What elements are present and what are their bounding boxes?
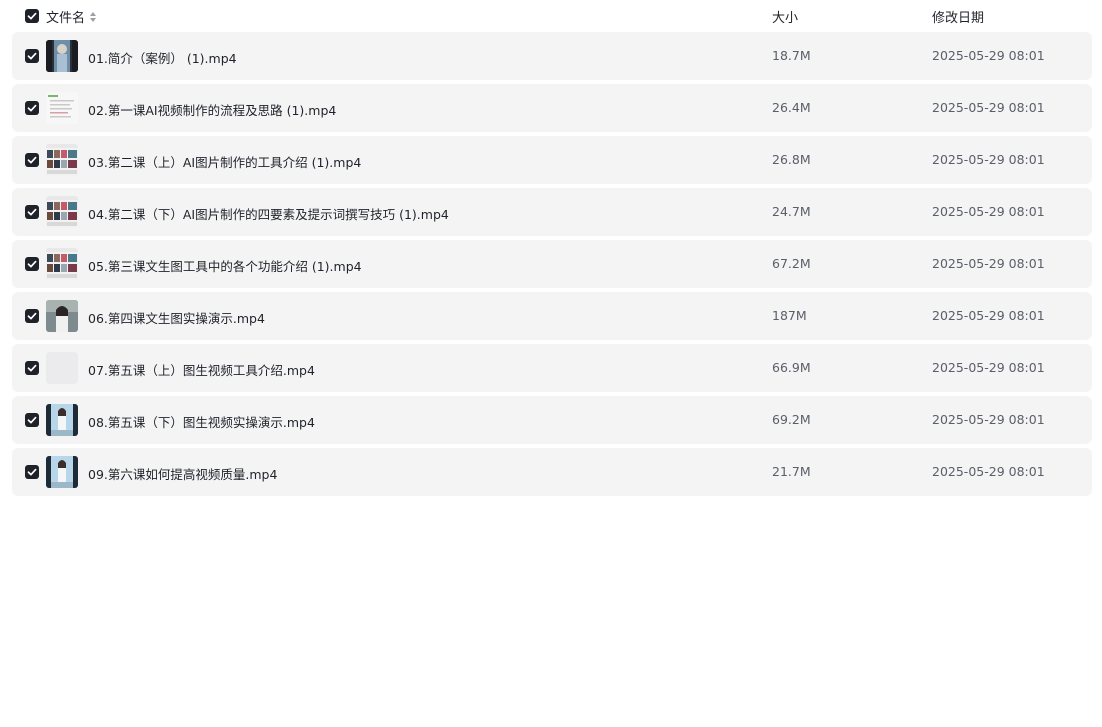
file-name[interactable]: 04.第二课（下）AI图片制作的四要素及提示词撰写技巧 (1).mp4	[88, 204, 449, 223]
check-icon	[27, 104, 37, 112]
file-row[interactable]: 09.第六课如何提高视频质量.mp4 21.7M 2025-05-29 08:01	[12, 448, 1092, 496]
video-thumbnail[interactable]	[46, 144, 78, 176]
file-size: 69.2M	[772, 412, 811, 427]
check-icon	[27, 312, 37, 320]
name-column-header[interactable]: 文件名	[46, 7, 97, 26]
video-thumbnail[interactable]	[46, 40, 78, 72]
file-name[interactable]: 07.第五课（上）图生视频工具介绍.mp4	[88, 360, 315, 379]
video-thumbnail[interactable]	[46, 92, 78, 124]
file-size: 18.7M	[772, 48, 811, 63]
file-size: 67.2M	[772, 256, 811, 271]
file-modified-date: 2025-05-29 08:01	[932, 308, 1045, 323]
video-thumbnail[interactable]	[46, 456, 78, 488]
select-all-checkbox[interactable]	[25, 9, 39, 23]
file-modified-date: 2025-05-29 08:01	[932, 464, 1045, 479]
file-modified-date: 2025-05-29 08:01	[932, 48, 1045, 63]
row-checkbox[interactable]	[25, 101, 39, 115]
list-header: 文件名 大小 修改日期	[12, 4, 1092, 28]
file-row[interactable]: 04.第二课（下）AI图片制作的四要素及提示词撰写技巧 (1).mp4 24.7M…	[12, 188, 1092, 236]
check-icon	[27, 364, 37, 372]
file-row[interactable]: 01.简介（案例） (1).mp4 18.7M 2025-05-29 08:01	[12, 32, 1092, 80]
row-checkbox[interactable]	[25, 413, 39, 427]
check-icon	[27, 156, 37, 164]
file-name[interactable]: 09.第六课如何提高视频质量.mp4	[88, 464, 277, 483]
file-size: 26.4M	[772, 100, 811, 115]
file-name[interactable]: 01.简介（案例） (1).mp4	[88, 48, 237, 67]
name-column-label: 文件名	[46, 11, 86, 26]
check-icon	[27, 468, 37, 476]
file-size: 21.7M	[772, 464, 811, 479]
file-size: 26.8M	[772, 152, 811, 167]
row-checkbox[interactable]	[25, 309, 39, 323]
date-column-header[interactable]: 修改日期	[932, 7, 984, 26]
size-column-header[interactable]: 大小	[772, 7, 798, 26]
file-modified-date: 2025-05-29 08:01	[932, 412, 1045, 427]
row-checkbox[interactable]	[25, 153, 39, 167]
file-modified-date: 2025-05-29 08:01	[932, 360, 1045, 375]
file-name[interactable]: 08.第五课（下）图生视频实操演示.mp4	[88, 412, 315, 431]
file-name[interactable]: 03.第二课（上）AI图片制作的工具介绍 (1).mp4	[88, 152, 361, 171]
video-thumbnail[interactable]	[46, 196, 78, 228]
check-icon	[27, 208, 37, 216]
sort-icon[interactable]	[89, 11, 97, 23]
check-icon	[27, 260, 37, 268]
check-icon	[27, 52, 37, 60]
file-row[interactable]: 06.第四课文生图实操演示.mp4 187M 2025-05-29 08:01	[12, 292, 1092, 340]
check-icon	[27, 12, 37, 20]
file-row[interactable]: 07.第五课（上）图生视频工具介绍.mp4 66.9M 2025-05-29 08:…	[12, 344, 1092, 392]
file-size: 187M	[772, 308, 807, 323]
file-row[interactable]: 05.第三课文生图工具中的各个功能介绍 (1).mp4 67.2M 2025-05-…	[12, 240, 1092, 288]
row-checkbox[interactable]	[25, 205, 39, 219]
file-row[interactable]: 03.第二课（上）AI图片制作的工具介绍 (1).mp4 26.8M 2025-05…	[12, 136, 1092, 184]
file-name[interactable]: 06.第四课文生图实操演示.mp4	[88, 308, 265, 327]
file-size: 66.9M	[772, 360, 811, 375]
file-size: 24.7M	[772, 204, 811, 219]
file-modified-date: 2025-05-29 08:01	[932, 204, 1045, 219]
check-icon	[27, 416, 37, 424]
file-modified-date: 2025-05-29 08:01	[932, 256, 1045, 271]
video-thumbnail[interactable]	[46, 404, 78, 436]
row-checkbox[interactable]	[25, 49, 39, 63]
file-list: 01.简介（案例） (1).mp4 18.7M 2025-05-29 08:01 02…	[12, 32, 1092, 500]
video-thumbnail[interactable]	[46, 300, 78, 332]
file-modified-date: 2025-05-29 08:01	[932, 152, 1045, 167]
file-row[interactable]: 02.第一课AI视频制作的流程及思路 (1).mp4 26.4M 2025-05-2…	[12, 84, 1092, 132]
row-checkbox[interactable]	[25, 361, 39, 375]
file-name[interactable]: 02.第一课AI视频制作的流程及思路 (1).mp4	[88, 100, 336, 119]
file-modified-date: 2025-05-29 08:01	[932, 100, 1045, 115]
file-list-view: 文件名 大小 修改日期 01.简介（案例） (1).mp4 18.7M 2025-0…	[0, 0, 1102, 727]
row-checkbox[interactable]	[25, 465, 39, 479]
video-thumbnail[interactable]	[46, 248, 78, 280]
file-name[interactable]: 05.第三课文生图工具中的各个功能介绍 (1).mp4	[88, 256, 362, 275]
file-row[interactable]: 08.第五课（下）图生视频实操演示.mp4 69.2M 2025-05-29 08:…	[12, 396, 1092, 444]
video-thumbnail[interactable]	[46, 352, 78, 384]
row-checkbox[interactable]	[25, 257, 39, 271]
